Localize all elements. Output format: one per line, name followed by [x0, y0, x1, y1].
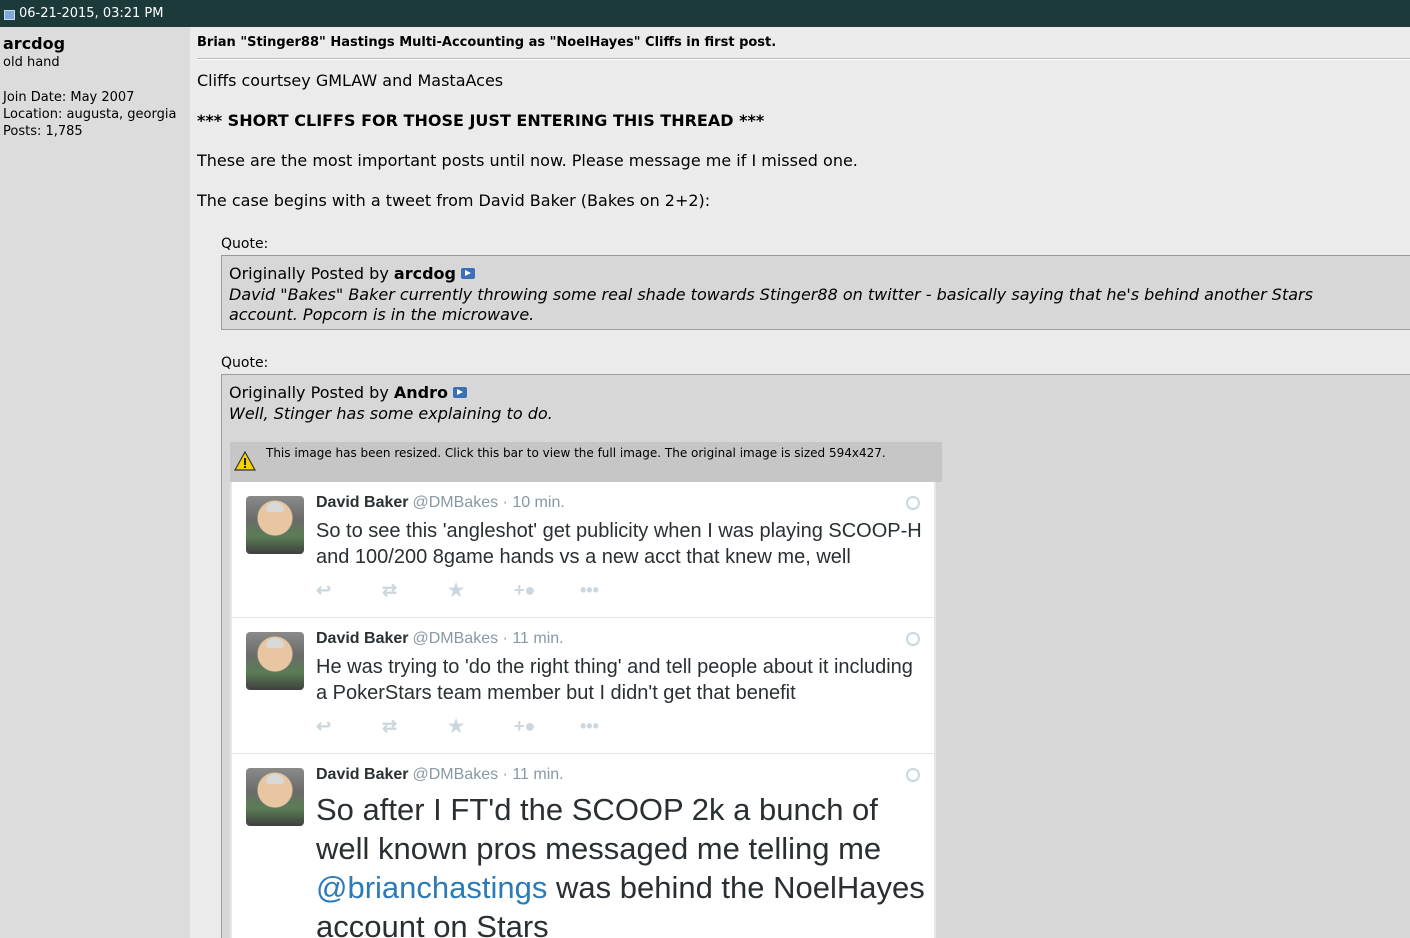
- post-line-important: These are the most important posts until…: [197, 151, 858, 170]
- join-date: Join Date: May 2007: [3, 90, 135, 105]
- tweet-author: David Baker @DMBakes · 10 min.: [316, 494, 565, 512]
- more-icon: •••: [580, 580, 599, 600]
- view-post-icon[interactable]: [460, 268, 475, 279]
- follow-icon: +●: [514, 580, 536, 600]
- tweet-author: David Baker @DMBakes · 11 min.: [316, 630, 564, 648]
- tweet-mention-link[interactable]: @brianchastings: [316, 870, 547, 905]
- follow-icon: +●: [514, 716, 536, 736]
- quote-prefix: Originally Posted by: [229, 383, 389, 402]
- favorite-icon: ★: [448, 716, 465, 736]
- quote-box: Originally Posted by Andro Well, Stinger…: [221, 374, 1410, 938]
- quote-text: Well, Stinger has some explaining to do.: [229, 404, 553, 423]
- tweet-handle: @DMBakes · 11 min.: [412, 630, 564, 647]
- tweet-corner-icon: [906, 768, 920, 782]
- post-line-short-cliffs: *** SHORT CLIFFS FOR THOSE JUST ENTERING…: [197, 111, 765, 130]
- avatar: [246, 632, 304, 690]
- title-divider: [197, 58, 1410, 60]
- tweet-author-name: David Baker: [316, 630, 409, 647]
- reply-icon: ↩: [316, 716, 332, 736]
- user-title: old hand: [3, 55, 60, 70]
- avatar: [246, 496, 304, 554]
- user-info-panel: arcdog old hand Join Date: May 2007 Loca…: [0, 27, 190, 938]
- tweet-text: So to see this 'angleshot' get publicity…: [316, 520, 922, 568]
- tweet-text: So after I FT'd the SCOOP 2k a bunch of …: [316, 790, 926, 938]
- quote-label: Quote:: [221, 355, 269, 371]
- quote-attribution: Originally Posted by arcdog: [229, 264, 475, 283]
- post-line-cliffs: Cliffs courtsey GMLAW and MastaAces: [197, 71, 504, 90]
- tweet-actions: ↩ ⇄ ★ +● •••: [316, 716, 646, 737]
- post-content: Brian "Stinger88" Hastings Multi-Account…: [190, 27, 1410, 938]
- retweet-icon: ⇄: [382, 580, 398, 600]
- user-location: Location: augusta, georgia: [3, 107, 177, 122]
- tweet: David Baker @DMBakes · 11 min. He was try…: [232, 618, 934, 754]
- more-icon: •••: [580, 716, 599, 736]
- quote-prefix: Originally Posted by: [229, 264, 389, 283]
- tweet-text: He was trying to 'do the right thing' an…: [316, 656, 913, 704]
- resize-notice-text: This image has been resized. Click this …: [266, 446, 886, 460]
- tweet-actions: ↩ ⇄ ★ +● •••: [316, 580, 646, 601]
- post-header-bar: 06-21-2015, 03:21 PM: [0, 0, 1410, 27]
- post-date: 06-21-2015, 03:21 PM: [19, 6, 164, 21]
- tweet-handle: @DMBakes · 11 min.: [412, 766, 564, 783]
- tweet: David Baker @DMBakes · 11 min. So after I…: [232, 754, 934, 938]
- post-title: Brian "Stinger88" Hastings Multi-Account…: [197, 35, 777, 50]
- favorite-icon: ★: [448, 580, 465, 600]
- quote-box: Originally Posted by arcdog David "Bakes…: [221, 255, 1410, 330]
- tweet-text-part: So after I FT'd the SCOOP 2k a bunch of …: [316, 792, 882, 866]
- quote-label: Quote:: [221, 236, 269, 252]
- quote-author: arcdog: [393, 264, 456, 283]
- avatar: [246, 768, 304, 826]
- retweet-icon: ⇄: [382, 716, 398, 736]
- post-count: Posts: 1,785: [3, 124, 83, 139]
- warning-icon: [234, 450, 256, 471]
- quote-text: David "Bakes" Baker currently throwing s…: [229, 285, 1313, 324]
- post-line-case-begins: The case begins with a tweet from David …: [197, 191, 711, 210]
- user-stats: Join Date: May 2007 Location: augusta, g…: [3, 89, 183, 140]
- tweet: David Baker @DMBakes · 10 min. So to see …: [232, 482, 934, 618]
- quote-attribution: Originally Posted by Andro: [229, 383, 467, 402]
- quote-author: Andro: [393, 383, 448, 402]
- tweet-screenshot[interactable]: David Baker @DMBakes · 10 min. So to see …: [230, 482, 936, 938]
- tweet-author-name: David Baker: [316, 766, 409, 783]
- image-resize-bar[interactable]: This image has been resized. Click this …: [230, 442, 942, 482]
- view-post-icon[interactable]: [453, 387, 467, 398]
- tweet-author-name: David Baker: [316, 494, 409, 511]
- post-icon: [4, 9, 15, 20]
- tweet-author: David Baker @DMBakes · 11 min.: [316, 766, 564, 784]
- reply-icon: ↩: [316, 580, 332, 600]
- tweet-corner-icon: [906, 496, 920, 510]
- tweet-handle: @DMBakes · 10 min.: [412, 494, 565, 511]
- username-link[interactable]: arcdog: [3, 36, 65, 52]
- tweet-corner-icon: [906, 632, 920, 646]
